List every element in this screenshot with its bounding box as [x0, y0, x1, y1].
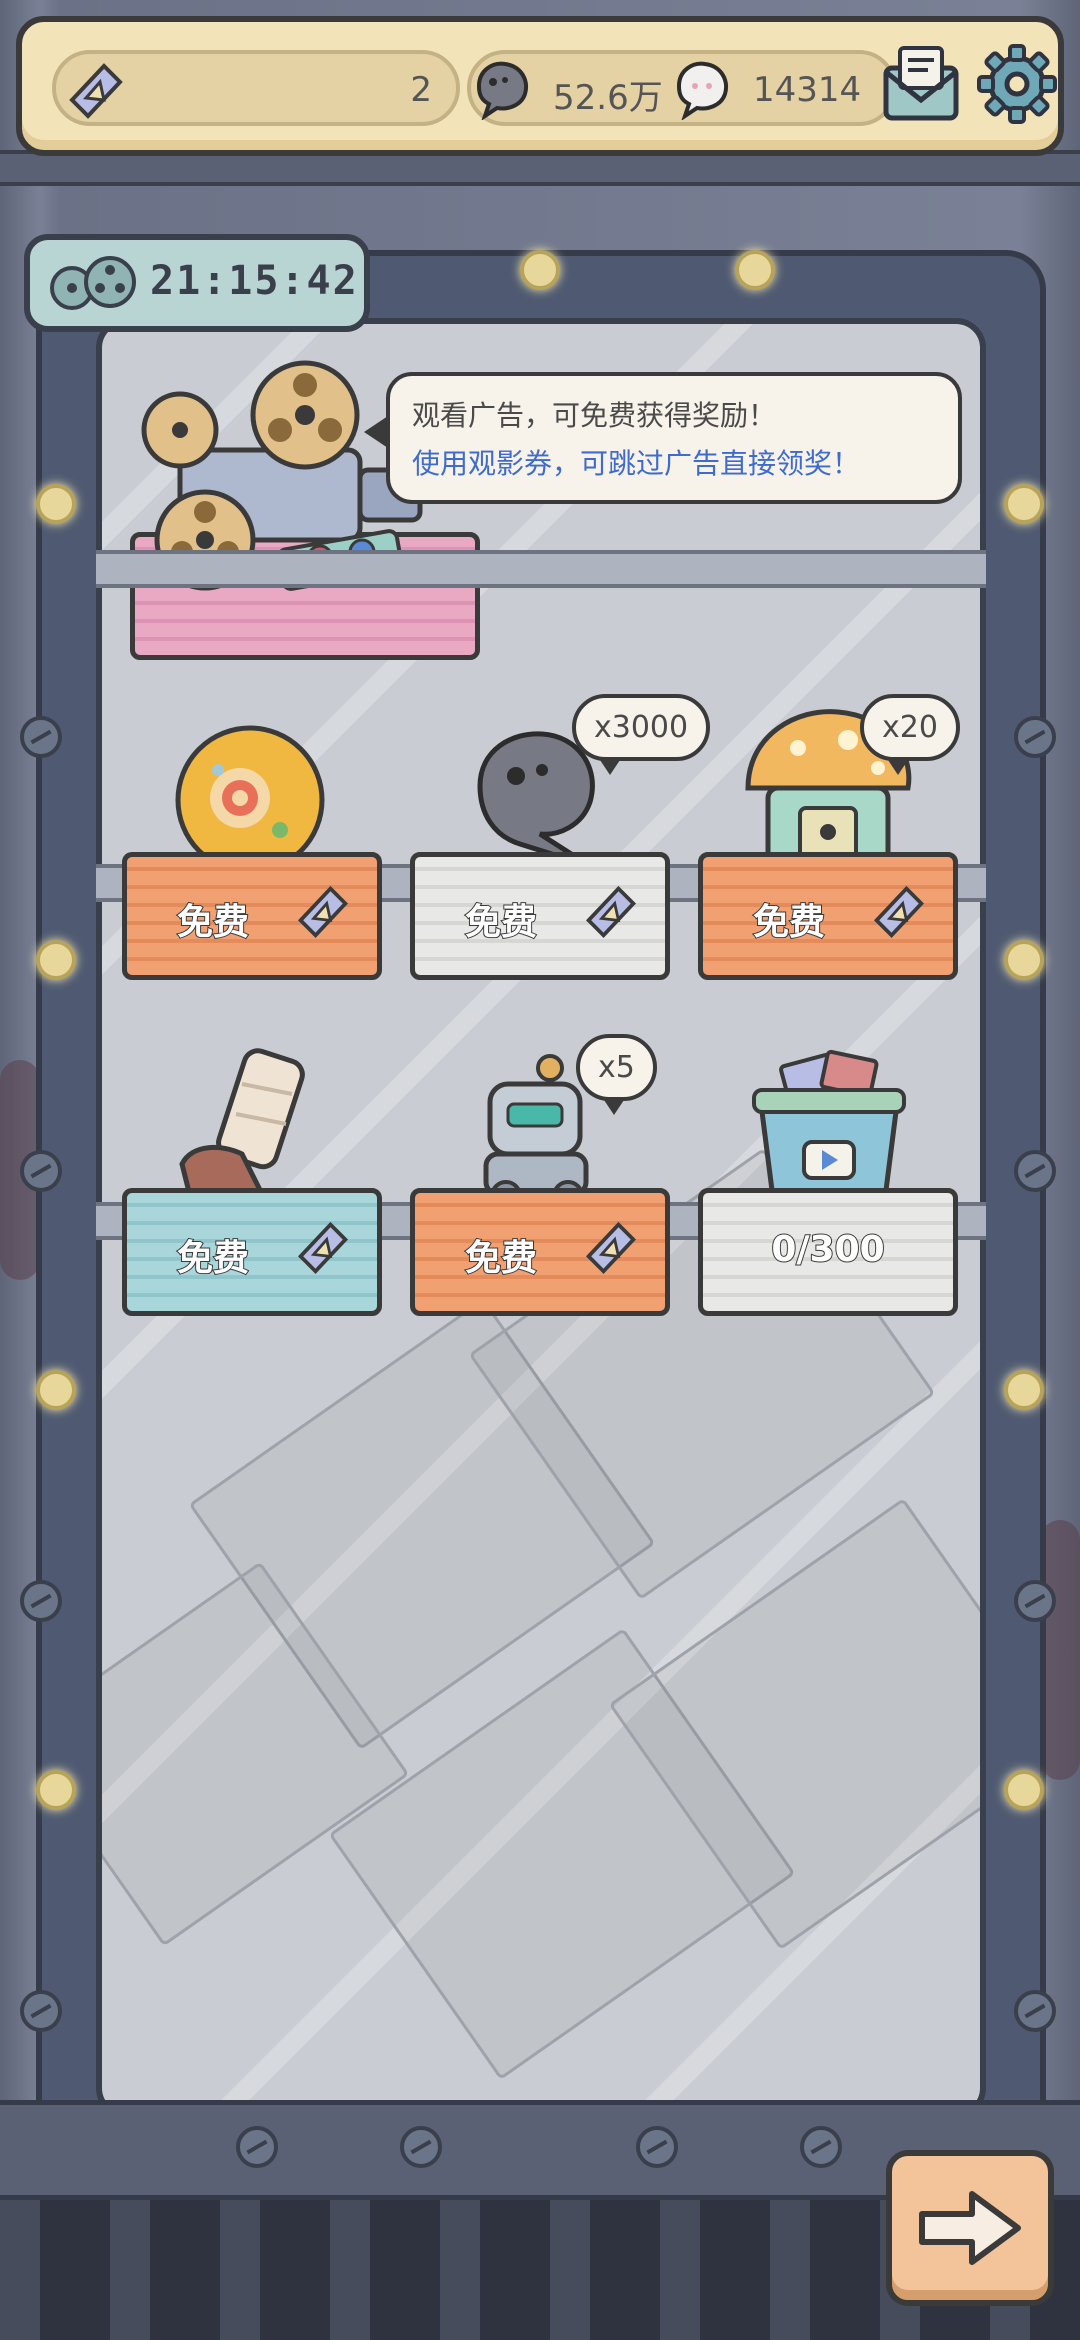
- orange-towel: 免费: [698, 852, 958, 980]
- frame-lamp: [1004, 1770, 1044, 1810]
- quantity-bubble: x20: [860, 694, 960, 775]
- frame-lamp: [1004, 1370, 1044, 1410]
- frame-bolt: [636, 2126, 678, 2168]
- reward-label: 免费: [176, 901, 250, 944]
- quantity-bubble: x3000: [572, 694, 711, 775]
- frame-bolt: [20, 1580, 62, 1622]
- frame-lamp: [36, 484, 76, 524]
- film-ticket-icon: [297, 885, 349, 938]
- info-text-line2: 使用观影券，可跳过广告直接领奖！: [412, 447, 861, 480]
- frame-lamp: [36, 940, 76, 980]
- grey-towel: 0/300: [698, 1188, 958, 1316]
- ticket-count: 2: [410, 70, 432, 110]
- mail-icon[interactable]: [880, 42, 962, 124]
- film-ticket-icon: [873, 885, 925, 938]
- frame-lamp: [36, 1370, 76, 1410]
- light-bubble-gem-icon: [676, 61, 728, 120]
- orange-towel: 免费: [122, 852, 382, 980]
- ticket-counter[interactable]: 2: [52, 50, 460, 126]
- dark-bubble-coin-icon: [476, 61, 528, 120]
- film-ticket-icon: [69, 63, 123, 119]
- reward-label: 免费: [176, 1237, 250, 1280]
- frame-bolt: [20, 1150, 62, 1192]
- frame-bolt: [1014, 1990, 1056, 2032]
- frame-bolt: [1014, 1150, 1056, 1192]
- blue-towel: 免费: [122, 1188, 382, 1316]
- gear-icon[interactable]: [977, 44, 1057, 124]
- orange-towel: 免费: [410, 1188, 670, 1316]
- frame-lamp: [1004, 940, 1044, 980]
- frame-bolt: [20, 1990, 62, 2032]
- currency-counter[interactable]: 52.6万 14314: [467, 50, 897, 126]
- arrow-right-icon: [919, 2191, 1021, 2265]
- reward-label: 免费: [464, 901, 538, 944]
- film-ticket-icon: [585, 1221, 637, 1274]
- grey-towel: 免费: [410, 852, 670, 980]
- gem-amount: 14314: [753, 70, 862, 110]
- info-text-line1: 观看广告，可免费获得奖励！: [412, 399, 777, 432]
- frame-bolt: [400, 2126, 442, 2168]
- frame-bolt: [1014, 1580, 1056, 1622]
- film-reel-icon: [50, 256, 136, 310]
- quantity-bubble: x5: [576, 1034, 657, 1115]
- reward-label: 免费: [752, 901, 826, 944]
- refresh-timer: 21:15:42: [24, 234, 370, 332]
- frame-bolt: [236, 2126, 278, 2168]
- frame-bolt: [20, 716, 62, 758]
- frame-bolt: [800, 2126, 842, 2168]
- next-button[interactable]: [886, 2150, 1054, 2306]
- frame-lamp: [1004, 484, 1044, 524]
- reward-label: 免费: [464, 1237, 538, 1280]
- frame-lamp: [735, 250, 775, 290]
- timer-value: 21:15:42: [150, 258, 359, 304]
- top-resource-bar: 2 52.6万 14314: [16, 16, 1064, 156]
- coin-amount: 52.6万: [553, 78, 663, 118]
- ad-info-bubble: 观看广告，可免费获得奖励！ 使用观影券，可跳过广告直接领奖！: [364, 372, 962, 504]
- frame-lamp: [520, 250, 560, 290]
- frame-bolt: [1014, 716, 1056, 758]
- rust-stain: [1040, 1520, 1080, 1780]
- progress-label: 0/300: [770, 1228, 885, 1271]
- shelf-rail: [96, 550, 986, 588]
- frame-lamp: [36, 1770, 76, 1810]
- film-ticket-icon: [297, 1221, 349, 1274]
- film-ticket-icon: [585, 885, 637, 938]
